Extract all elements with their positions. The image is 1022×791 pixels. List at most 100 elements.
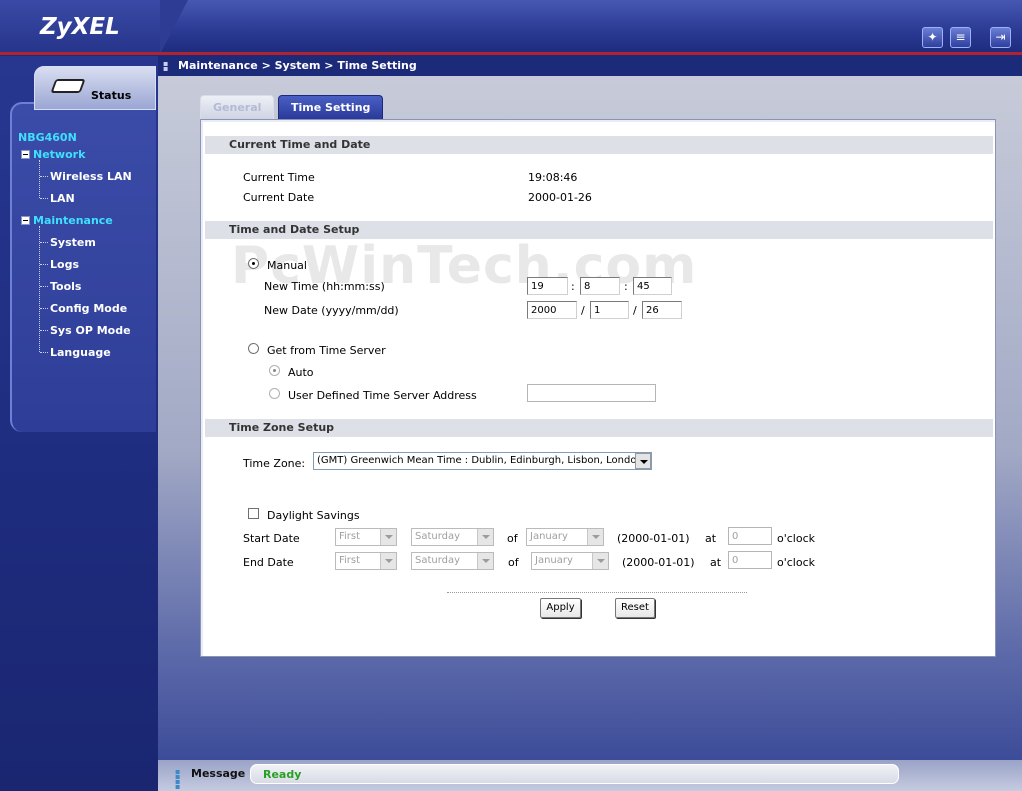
end-day-select[interactable]: Saturday — [411, 552, 494, 570]
nav-item-language[interactable]: Language — [50, 346, 111, 359]
section-time-date-setup: Time and Date Setup — [205, 221, 993, 239]
tree-tick — [40, 308, 48, 309]
brand-logo: ZyXEL — [40, 14, 120, 40]
end-date-label: End Date — [243, 556, 294, 569]
end-month-select[interactable]: January — [531, 552, 609, 570]
top-header: ZyXEL ✦ ≡ ⇥ — [0, 0, 1022, 56]
device-model[interactable]: NBG460N — [18, 131, 77, 144]
tree-tick — [40, 176, 48, 177]
auto-radio[interactable] — [269, 365, 280, 376]
new-time-label: New Time (hh:mm:ss) — [264, 280, 385, 293]
breadcrumb: ▪ ▪ Maintenance > System > Time Setting — [158, 56, 1022, 76]
message-box: Ready — [250, 764, 899, 784]
start-day-select[interactable]: Saturday — [411, 528, 494, 546]
nav-item-config-mode[interactable]: Config Mode — [50, 302, 127, 315]
logout-icon[interactable]: ⇥ — [990, 27, 1011, 48]
start-week-value: First — [339, 531, 361, 542]
section-time-zone: Time Zone Setup — [205, 419, 993, 437]
start-date-label: Start Date — [243, 532, 300, 545]
daylight-savings-checkbox[interactable] — [248, 508, 259, 519]
nav-item-lan[interactable]: LAN — [50, 192, 75, 205]
start-of-label: of — [507, 532, 518, 545]
start-at-label: at — [705, 532, 717, 545]
daylight-savings-label: Daylight Savings — [267, 509, 360, 522]
chevron-down-icon — [592, 553, 608, 569]
start-oclock-label: o'clock — [777, 532, 816, 545]
nav-category-label: Network — [33, 148, 86, 161]
breadcrumb-icon: ▪ ▪ — [163, 59, 169, 73]
tree-tick — [40, 242, 48, 243]
start-date-display: (2000-01-01) — [617, 532, 690, 545]
tab-time-setting[interactable]: Time Setting — [278, 95, 384, 119]
date-separator: / — [633, 304, 637, 317]
collapse-icon[interactable] — [21, 216, 30, 225]
time-separator: : — [571, 280, 575, 293]
chevron-down-icon — [477, 553, 493, 569]
start-month-select[interactable]: January — [526, 528, 604, 546]
nav-item-wireless-lan[interactable]: Wireless LAN — [50, 170, 132, 183]
end-month-value: January — [535, 555, 573, 566]
time-separator: : — [624, 280, 628, 293]
month-input[interactable] — [590, 301, 629, 319]
router-icon — [50, 79, 86, 93]
wizard-icon[interactable]: ✦ — [922, 27, 943, 48]
start-hour-input[interactable] — [728, 527, 772, 545]
user-defined-radio[interactable] — [269, 388, 280, 399]
nav-category-maintenance[interactable]: Maintenance — [21, 214, 113, 227]
auto-label: Auto — [288, 366, 314, 379]
notes-icon[interactable]: ≡ — [950, 27, 971, 48]
hour-input[interactable] — [527, 277, 568, 295]
current-time-label: Current Time — [243, 171, 315, 184]
chevron-down-icon — [380, 529, 396, 545]
manual-label: Manual — [267, 259, 307, 272]
status-message: Ready — [263, 768, 302, 781]
time-zone-label: Time Zone: — [243, 457, 306, 470]
tree-tick — [40, 264, 48, 265]
day-input[interactable] — [642, 301, 682, 319]
chevron-down-icon — [477, 529, 493, 545]
collapse-icon[interactable] — [21, 150, 30, 159]
apply-button[interactable]: Apply — [540, 598, 581, 618]
time-zone-select[interactable]: (GMT) Greenwich Mean Time : Dublin, Edin… — [313, 452, 652, 470]
section-current-time: Current Time and Date — [205, 136, 993, 154]
status-tab[interactable]: Status — [34, 66, 156, 110]
nav-item-system[interactable]: System — [50, 236, 96, 249]
end-day-value: Saturday — [415, 555, 461, 566]
main-content: General Time Setting PcWinTech.com Curre… — [158, 76, 1022, 760]
message-icon: ▪ ▪ ▪ ▪ — [175, 767, 181, 791]
nav-item-sys-op-mode[interactable]: Sys OP Mode — [50, 324, 131, 337]
time-zone-value: (GMT) Greenwich Mean Time : Dublin, Edin… — [317, 455, 643, 466]
start-week-select[interactable]: First — [335, 528, 397, 546]
user-defined-label: User Defined Time Server Address — [288, 389, 477, 402]
end-hour-input[interactable] — [728, 551, 772, 569]
breadcrumb-text: Maintenance > System > Time Setting — [178, 59, 417, 72]
reset-button[interactable]: Reset — [615, 598, 655, 618]
server-address-input[interactable] — [527, 384, 656, 402]
manual-radio[interactable] — [248, 258, 259, 269]
nav-item-tools[interactable]: Tools — [50, 280, 81, 293]
minute-input[interactable] — [580, 277, 620, 295]
nav-item-logs[interactable]: Logs — [50, 258, 79, 271]
tree-line — [39, 226, 40, 352]
chevron-down-icon — [635, 453, 651, 469]
nav-category-network[interactable]: Network — [21, 148, 85, 161]
time-server-radio[interactable] — [248, 343, 259, 354]
start-day-value: Saturday — [415, 531, 461, 542]
left-navigation: Status — [0, 56, 158, 791]
status-label: Status — [91, 89, 132, 102]
second-input[interactable] — [633, 277, 672, 295]
button-divider — [447, 592, 747, 593]
tree-line — [39, 160, 40, 198]
current-time-value: 19:08:46 — [528, 171, 578, 184]
date-separator: / — [581, 304, 585, 317]
new-date-label: New Date (yyyy/mm/dd) — [264, 304, 399, 317]
end-of-label: of — [508, 556, 519, 569]
start-month-value: January — [530, 531, 568, 542]
year-input[interactable] — [527, 301, 577, 319]
logo-area: ZyXEL — [0, 0, 188, 54]
message-bar: ▪ ▪ ▪ ▪ Message Ready — [158, 760, 1022, 791]
end-week-select[interactable]: First — [335, 552, 397, 570]
end-week-value: First — [339, 555, 361, 566]
tab-general[interactable]: General — [200, 95, 275, 119]
chevron-down-icon — [587, 529, 603, 545]
